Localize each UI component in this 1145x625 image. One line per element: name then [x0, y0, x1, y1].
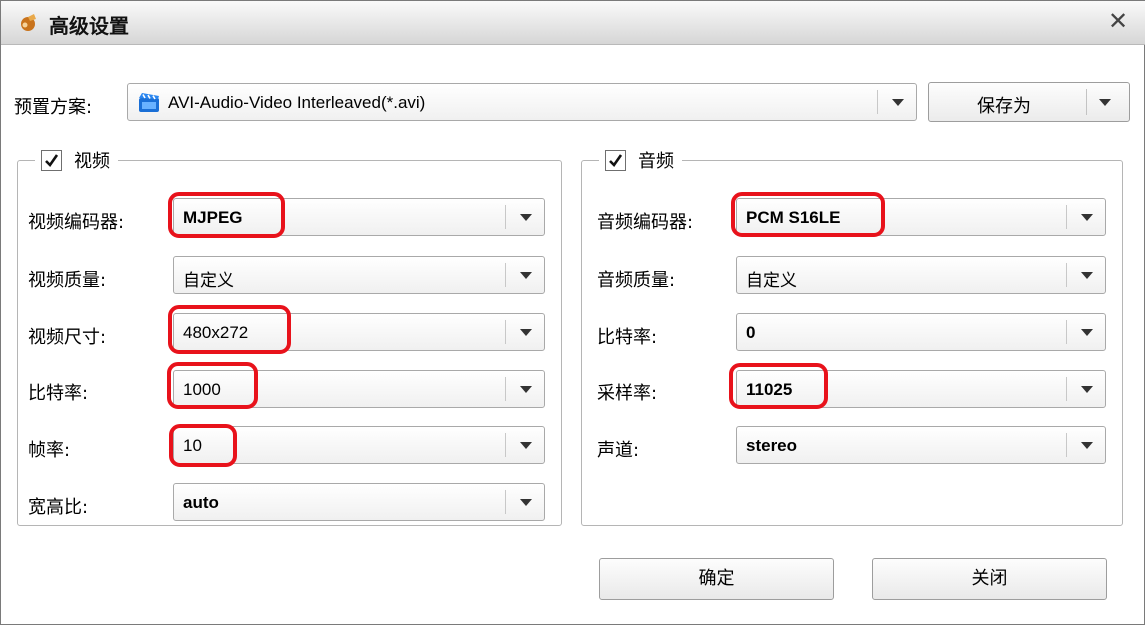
audio-group-title: 音频 — [638, 151, 674, 172]
preset-select[interactable]: AVI-Audio-Video Interleaved(*.avi) — [127, 83, 917, 121]
video-quality-select[interactable]: 自定义 — [173, 256, 545, 294]
chevron-down-icon[interactable] — [1081, 214, 1093, 221]
field-value: auto — [183, 493, 219, 512]
field-label: 声道: — [597, 440, 640, 461]
field-label: 视频质量: — [28, 270, 107, 291]
chevron-down-icon[interactable] — [520, 386, 532, 393]
highlight-mark — [167, 362, 258, 409]
video-group-header: 视频 — [35, 146, 118, 174]
field-label: 音频质量: — [597, 270, 676, 291]
chevron-down-icon[interactable] — [1081, 386, 1093, 393]
app-icon — [19, 13, 39, 33]
video-enable-checkbox[interactable] — [41, 149, 62, 171]
preset-label: 预置方案: — [14, 97, 93, 118]
field-value: stereo — [746, 436, 798, 455]
chevron-down-icon[interactable] — [1099, 99, 1111, 106]
audio-group-header: 音频 — [599, 146, 682, 174]
video-group-title: 视频 — [74, 151, 110, 172]
advanced-settings-dialog: 高级设置 ✕ 预置方案: AVI-Audio-Video Interleaved… — [0, 0, 1145, 625]
chevron-down-icon[interactable] — [520, 499, 532, 506]
highlight-mark — [169, 424, 237, 467]
field-label: 视频尺寸: — [28, 327, 107, 348]
field-label: 视频编码器: — [28, 212, 125, 233]
channels-select[interactable]: stereo — [736, 426, 1106, 464]
field-label: 帧率: — [28, 440, 71, 461]
highlight-mark — [731, 192, 885, 237]
field-label: 音频编码器: — [597, 212, 694, 233]
chevron-down-icon[interactable] — [1081, 442, 1093, 449]
field-label: 宽高比: — [28, 497, 89, 518]
save-as-button[interactable]: 保存为 — [928, 82, 1130, 122]
aspect-ratio-select[interactable]: auto — [173, 483, 545, 521]
field-value: 自定义 — [746, 271, 797, 290]
field-value: 0 — [746, 323, 756, 342]
chevron-down-icon[interactable] — [520, 442, 532, 449]
field-label: 比特率: — [28, 383, 89, 404]
chevron-down-icon[interactable] — [1081, 329, 1093, 336]
close-icon[interactable]: ✕ — [1104, 7, 1132, 35]
chevron-down-icon[interactable] — [892, 99, 904, 106]
ok-button[interactable]: 确定 — [599, 558, 834, 600]
preset-value: AVI-Audio-Video Interleaved(*.avi) — [168, 93, 426, 112]
save-as-label: 保存为 — [977, 96, 1031, 117]
field-label: 比特率: — [597, 327, 658, 348]
title-bar: 高级设置 ✕ — [1, 1, 1145, 45]
highlight-mark — [168, 192, 285, 238]
chevron-down-icon[interactable] — [520, 214, 532, 221]
chevron-down-icon[interactable] — [520, 329, 532, 336]
audio-bitrate-select[interactable]: 0 — [736, 313, 1106, 351]
highlight-mark — [168, 305, 291, 354]
video-clapper-icon — [138, 92, 160, 118]
window-title: 高级设置 — [49, 14, 129, 38]
audio-quality-select[interactable]: 自定义 — [736, 256, 1106, 294]
chevron-down-icon[interactable] — [520, 272, 532, 279]
field-value: 自定义 — [183, 271, 234, 290]
audio-enable-checkbox[interactable] — [605, 149, 626, 171]
chevron-down-icon[interactable] — [1081, 272, 1093, 279]
field-label: 采样率: — [597, 383, 658, 404]
close-button[interactable]: 关闭 — [872, 558, 1107, 600]
highlight-mark — [729, 363, 828, 409]
